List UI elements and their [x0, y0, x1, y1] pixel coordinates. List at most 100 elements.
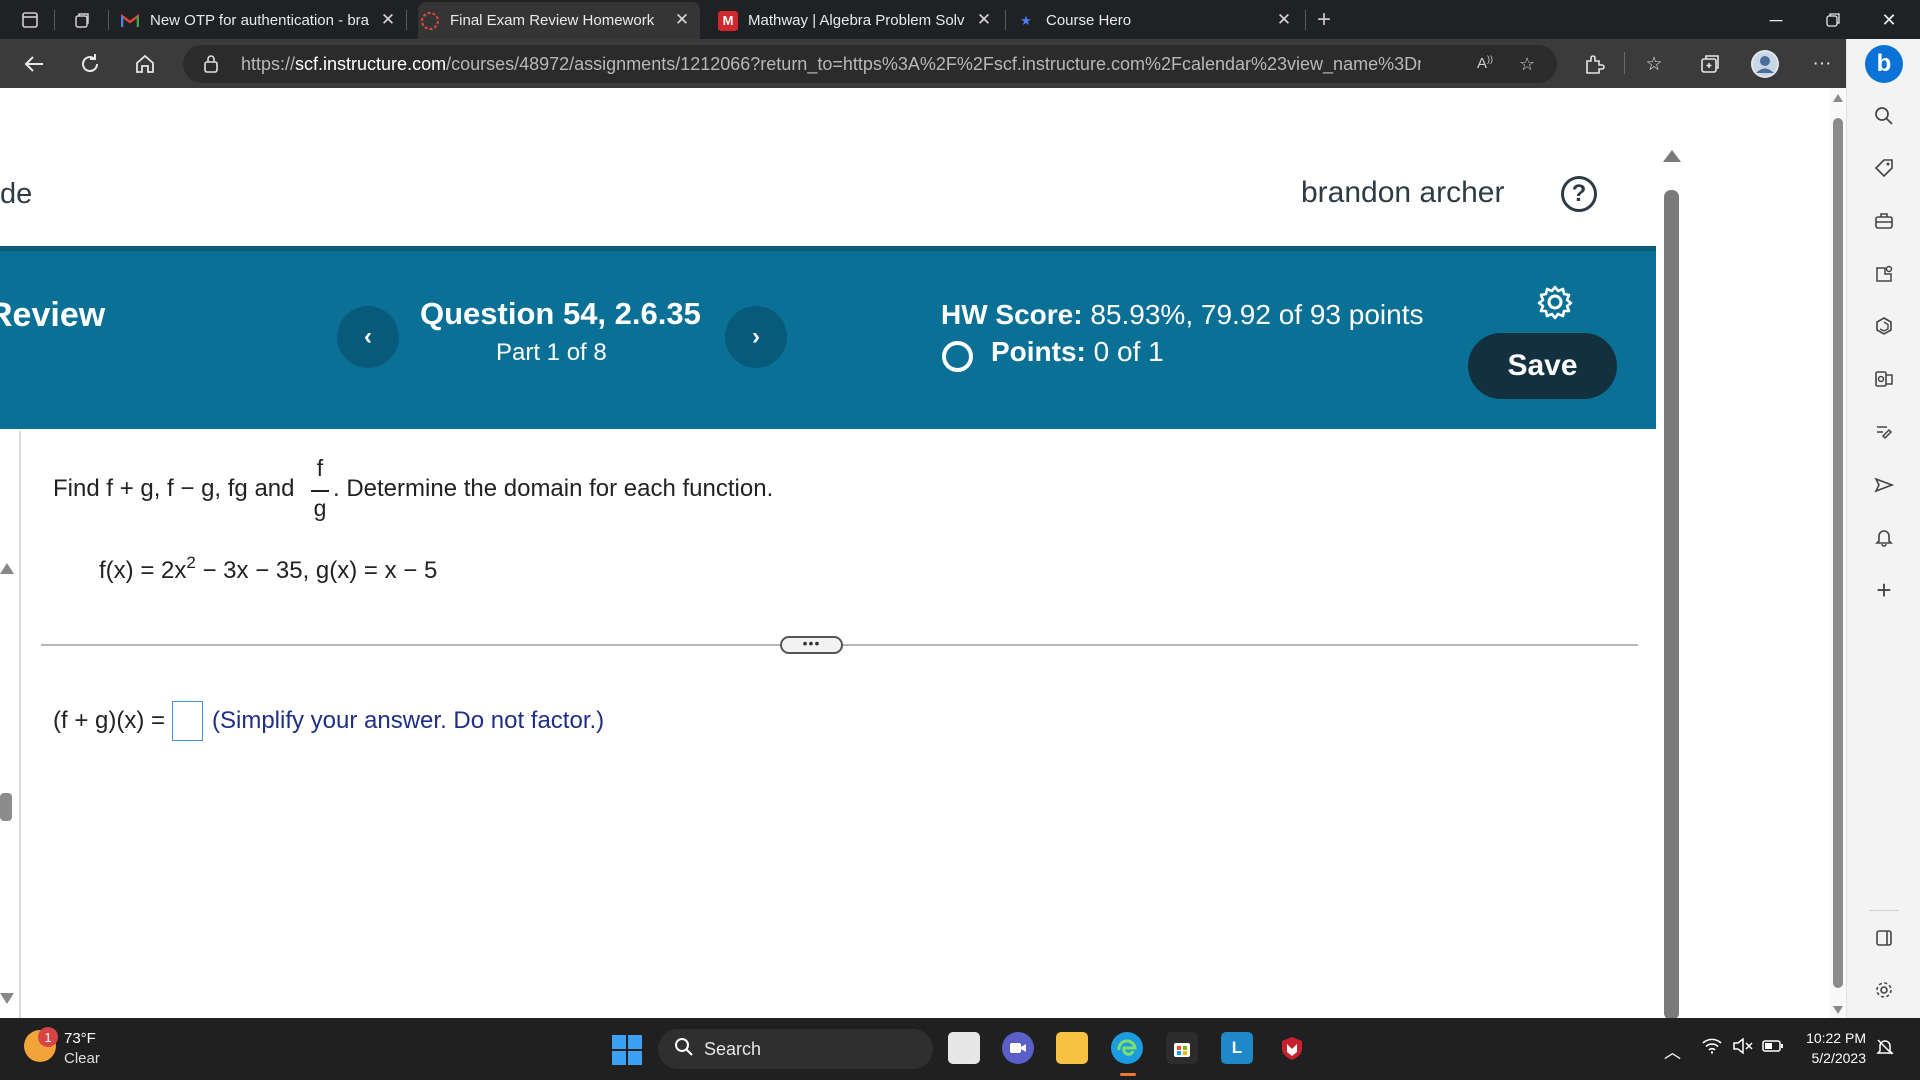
clock-time[interactable]: 10:22 PM: [1804, 1030, 1866, 1046]
lock-icon[interactable]: [203, 55, 219, 73]
browser-toolbar: https://scf.instructure.com/courses/4897…: [0, 39, 1920, 88]
left-scroll-down-arrow[interactable]: [0, 993, 14, 1004]
tab-title: Course Hero: [1046, 12, 1132, 29]
battery-icon[interactable]: [1762, 1038, 1784, 1058]
l-app-icon[interactable]: L: [1221, 1032, 1253, 1064]
mcafee-icon[interactable]: [1276, 1032, 1308, 1064]
left-scroll-up-arrow[interactable]: [0, 563, 14, 574]
close-tab-icon[interactable]: ✕: [378, 10, 398, 30]
sidebar-settings-icon[interactable]: [1870, 976, 1898, 1004]
question-banner: Review ‹ Question 54, 2.6.35 Part 1 of 8…: [0, 251, 1656, 429]
gmail-icon: [120, 11, 140, 31]
help-icon[interactable]: ?: [1561, 176, 1597, 212]
close-tab-icon[interactable]: ✕: [1274, 10, 1294, 30]
search-label: Search: [704, 1039, 762, 1059]
bell-icon[interactable]: [1870, 523, 1898, 551]
answer-hint: (Simplify your answer. Do not factor.): [212, 707, 605, 734]
content-left-border: [19, 431, 21, 1019]
outlook-icon[interactable]: [1870, 365, 1898, 393]
refresh-icon[interactable]: [76, 50, 104, 78]
search-icon[interactable]: [1870, 102, 1898, 130]
edge-browser-icon[interactable]: [1111, 1032, 1143, 1064]
chevron-right-icon: ›: [752, 323, 760, 350]
minimize-icon[interactable]: ─: [1753, 3, 1799, 37]
windows-taskbar: 1 73°F Clear Search L ︿ 10:22 PM 5/2/202…: [0, 1018, 1920, 1080]
close-window-icon[interactable]: ✕: [1866, 3, 1912, 37]
points-status-icon: [942, 341, 973, 372]
games-icon[interactable]: [1870, 260, 1898, 288]
notifications-icon[interactable]: [1876, 1038, 1894, 1061]
answer-input[interactable]: [172, 701, 203, 741]
scroll-up-arrow[interactable]: [1833, 94, 1843, 102]
scroll-down-arrow[interactable]: [1833, 1006, 1843, 1014]
f-definition: f(x) = 2x: [99, 557, 187, 584]
task-view-icon[interactable]: [948, 1032, 980, 1064]
left-scrollbar-thumb[interactable]: [0, 793, 12, 821]
browser-scrollbar: [1830, 88, 1846, 1018]
browser-scrollbar-thumb[interactable]: [1833, 118, 1843, 988]
gear-icon[interactable]: [1536, 283, 1574, 321]
add-favorite-icon[interactable]: ☆: [1519, 54, 1535, 75]
back-icon[interactable]: [20, 50, 48, 78]
tab-final-exam-review[interactable]: Final Exam Review Homework ✕: [418, 2, 700, 39]
url-scheme: https://: [241, 54, 296, 74]
profile-avatar[interactable]: [1751, 50, 1779, 78]
url-text: https://scf.instructure.com/courses/4897…: [241, 54, 1421, 75]
page-content: [0, 88, 1656, 1018]
hw-score-value: 85.93%, 79.92 of 93 points: [1082, 299, 1424, 330]
shopping-tag-icon[interactable]: [1870, 154, 1898, 182]
close-tab-icon[interactable]: ✕: [672, 10, 692, 30]
tab-title: Final Exam Review Homework: [450, 12, 655, 29]
read-aloud-icon[interactable]: A)): [1477, 54, 1493, 72]
add-sidebar-app-icon[interactable]: +: [1870, 575, 1898, 605]
close-tab-icon[interactable]: ✕: [974, 10, 994, 30]
more-options-icon[interactable]: ···: [1808, 50, 1836, 78]
g-definition: − 3x − 35, g(x) = x − 5: [195, 557, 438, 584]
volume-muted-icon[interactable]: [1732, 1037, 1754, 1059]
extensions-icon[interactable]: [1580, 50, 1608, 78]
show-hidden-icons[interactable]: ︿: [1664, 1038, 1681, 1063]
previous-question-button[interactable]: ‹: [337, 306, 399, 368]
tab-actions-icon[interactable]: [18, 8, 42, 32]
file-explorer-icon[interactable]: [1056, 1032, 1088, 1064]
clock-date[interactable]: 5/2/2023: [1804, 1050, 1867, 1066]
new-tab-icon[interactable]: +: [1312, 6, 1336, 33]
restore-icon[interactable]: [1810, 3, 1856, 37]
function-definitions: f(x) = 2x2 − 3x − 35, g(x) = x − 5: [99, 553, 438, 585]
active-app-indicator: [1120, 1073, 1136, 1076]
workspaces-icon[interactable]: [70, 8, 94, 32]
points-label: Points:: [991, 336, 1086, 367]
home-icon[interactable]: [131, 50, 159, 78]
expand-button[interactable]: •••: [780, 636, 843, 654]
weather-temperature[interactable]: 73°F: [64, 1030, 96, 1047]
brand-title: de: [0, 178, 33, 210]
favorites-icon[interactable]: ☆: [1640, 50, 1668, 78]
windows-start-icon[interactable]: [612, 1035, 642, 1065]
points-value: 0 of 1: [1085, 336, 1164, 367]
collections-icon[interactable]: [1696, 50, 1724, 78]
f-exponent: 2: [186, 553, 196, 572]
teams-chat-icon[interactable]: [1002, 1032, 1034, 1064]
wifi-icon[interactable]: [1702, 1038, 1722, 1059]
content-scroll-up-arrow[interactable]: [1663, 150, 1681, 162]
microsoft-365-icon[interactable]: [1870, 312, 1898, 340]
next-question-button[interactable]: ›: [725, 306, 787, 368]
tab-course-hero[interactable]: ★ Course Hero ✕: [1016, 2, 1294, 39]
content-scrollbar-thumb[interactable]: [1664, 190, 1679, 1020]
bing-chat-icon[interactable]: b: [1865, 45, 1903, 83]
question-part: Part 1 of 8: [496, 339, 607, 366]
address-bar[interactable]: https://scf.instructure.com/courses/4897…: [183, 45, 1557, 83]
drop-icon[interactable]: [1870, 418, 1898, 446]
browser-tab-strip: New OTP for authentication - bra ✕ Final…: [0, 0, 1920, 39]
tab-gmail[interactable]: New OTP for authentication - bra ✕: [120, 2, 398, 39]
tools-briefcase-icon[interactable]: [1870, 207, 1898, 235]
user-name[interactable]: brandon archer: [1301, 176, 1504, 210]
microsoft-store-icon[interactable]: [1166, 1032, 1198, 1064]
tab-mathway[interactable]: M Mathway | Algebra Problem Solv ✕: [718, 2, 994, 39]
url-path: /courses/48972/assignments/1212066?retur…: [446, 54, 1421, 74]
save-button[interactable]: Save: [1468, 333, 1617, 399]
hide-sidebar-icon[interactable]: [1870, 924, 1898, 952]
send-icon[interactable]: [1870, 471, 1898, 499]
problem-instruction-end: . Determine the domain for each function…: [333, 475, 774, 502]
taskbar-search[interactable]: Search: [658, 1029, 933, 1069]
